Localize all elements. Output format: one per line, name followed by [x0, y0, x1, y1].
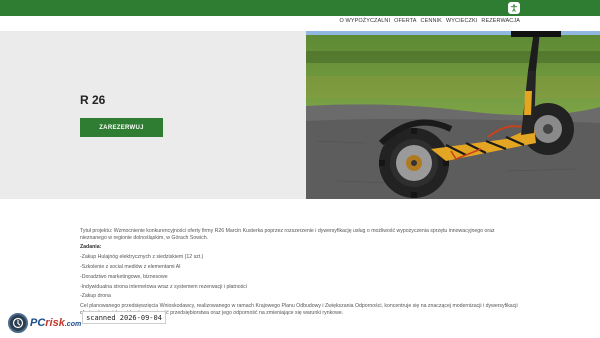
project-description: Tytuł projektu: Wzmocnienie konkurencyjn…: [80, 228, 520, 319]
project-title-text: Tytuł projektu: Wzmocnienie konkurencyjn…: [80, 228, 495, 241]
watermark-risk: risk: [45, 317, 65, 329]
nav-item-wycieczki[interactable]: WYCIECZKI: [446, 18, 477, 28]
watermark-text: PCrisk.com: [30, 317, 81, 329]
task-item: -Zakup Hulajnóg elektrycznych z siedzisk…: [80, 254, 204, 261]
nav-item-o-wypozyczalni[interactable]: O WYPOŻYCZALNI: [340, 18, 391, 28]
watermark-pc: PC: [30, 317, 46, 329]
watermark-logo-icon: [8, 313, 28, 333]
pcrisk-watermark: PCrisk.com: [8, 312, 81, 334]
nav-item-cennik[interactable]: CENNIK: [421, 18, 442, 28]
nav-item-oferta[interactable]: OFERTA: [394, 18, 416, 28]
nav-item-rezerwacja[interactable]: REZERWACJA: [481, 18, 520, 28]
main-nav: O WYPOŻYCZALNI OFERTA CENNIK WYCIECZKI R…: [340, 18, 520, 28]
reserve-button[interactable]: ZAREZERWUJ: [80, 118, 163, 137]
task-item: -Doradztwo marketingowe, biznesowe: [80, 273, 168, 280]
task-item: -Zakup drona: [80, 293, 111, 300]
hero-title: R 26: [80, 93, 106, 107]
tasks-label: Zadania:: [80, 244, 102, 251]
accessibility-icon: [510, 4, 518, 12]
hero-panel: [0, 31, 306, 199]
task-item: -Szkolenie z social mediów z elementami …: [80, 263, 181, 270]
scooter-photo: [306, 31, 600, 199]
scanned-stamp: scanned 2026-09-04: [82, 311, 166, 324]
accessibility-button[interactable]: [508, 2, 520, 14]
watermark-com: .com: [64, 321, 82, 328]
top-bar: [0, 0, 600, 16]
task-item: -Indywidualna strona internetowa wraz z …: [80, 283, 247, 290]
